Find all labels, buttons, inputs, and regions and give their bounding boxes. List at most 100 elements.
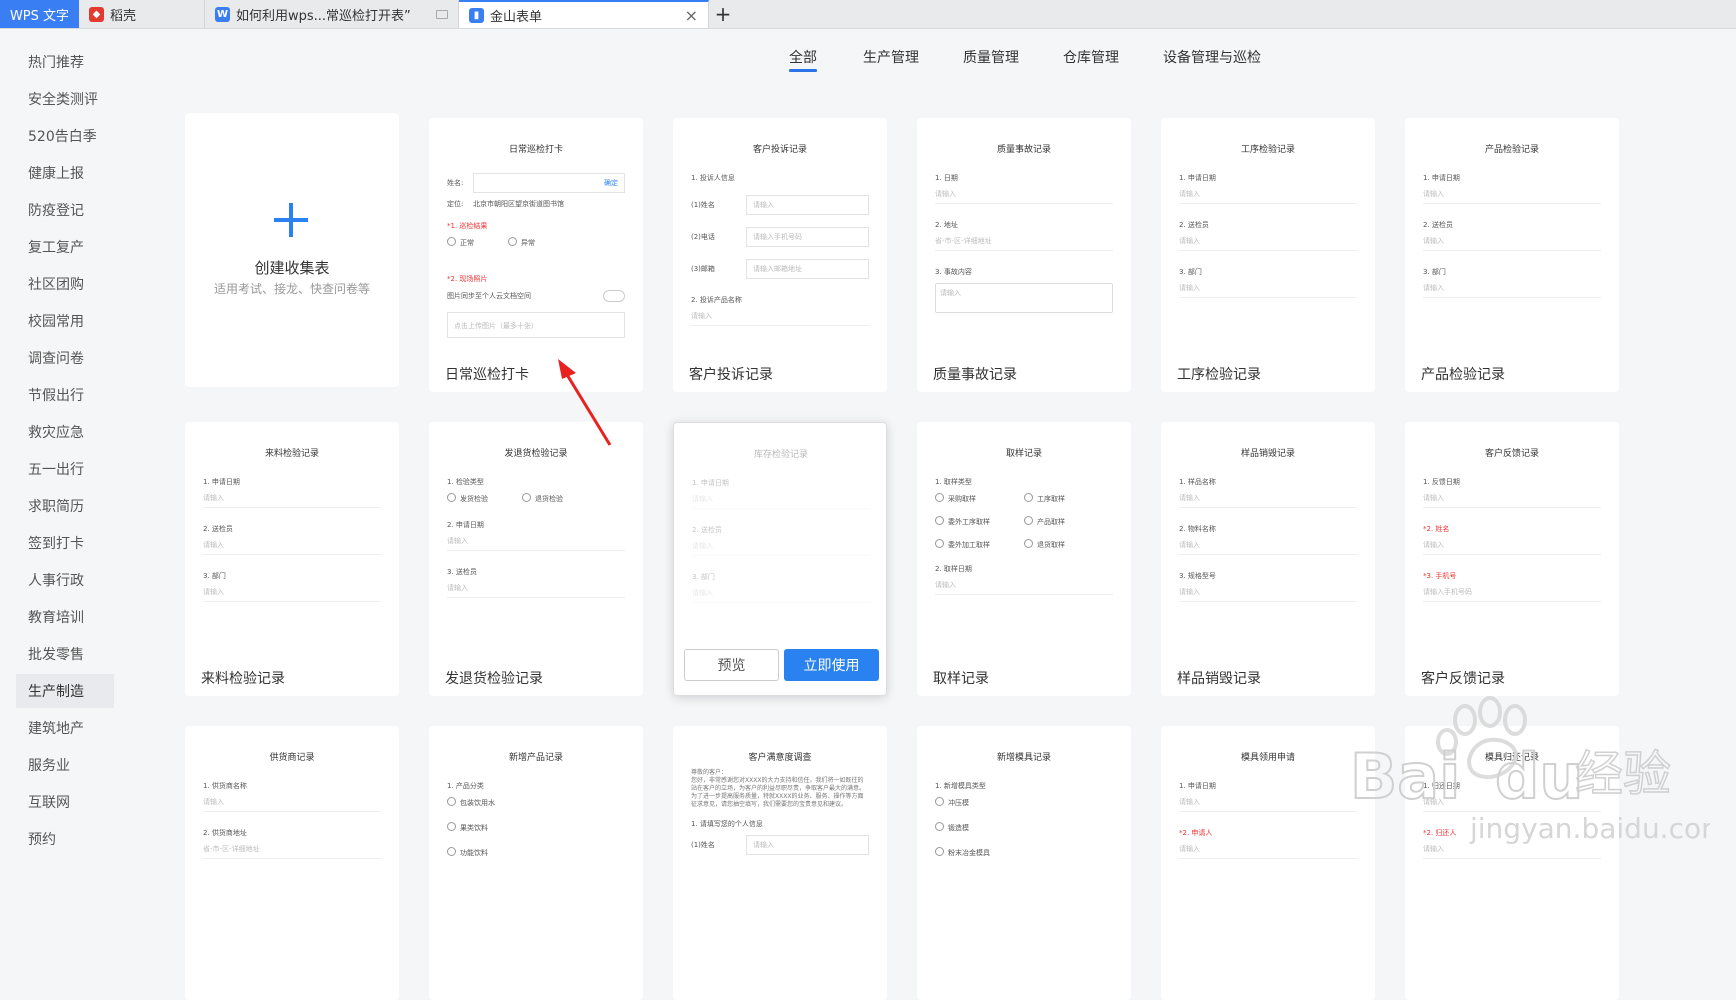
- template-card[interactable]: 质量事故记录 1. 日期 请输入 2. 地址 省-市-区-详细地址 3. 事故内容请…: [917, 118, 1131, 392]
- tab-document[interactable]: W 如何利用wps...常巡检打开表”: [205, 0, 459, 28]
- preview-title: 取样记录: [1005, 449, 1042, 459]
- sidebar-item-hot[interactable]: 热门推荐: [16, 45, 114, 79]
- tab-forms[interactable]: ▮ 金山表单 ×: [459, 0, 709, 28]
- sidebar-item-retail[interactable]: 批发零售: [16, 637, 114, 671]
- sidebar-item-construction[interactable]: 建筑地产: [16, 711, 114, 745]
- preview-option: 工序取样: [1024, 493, 1113, 504]
- sidebar-item-campus[interactable]: 校园常用: [16, 304, 114, 338]
- tab-all[interactable]: 全部: [789, 47, 817, 72]
- preview-input: 请输入: [692, 588, 870, 603]
- tab-label: 全部: [789, 50, 817, 66]
- preview-input: 省-市-区-详细地址: [935, 236, 1113, 251]
- sidebar-item-520[interactable]: 520告白季: [16, 119, 114, 153]
- template-preview: 新增产品记录 1. 产品分类 包装饮用水 果类饮料 功能饮料: [429, 726, 643, 966]
- sidebar-item-disaster[interactable]: 救灾应急: [16, 415, 114, 449]
- sidebar-item-manufacturing[interactable]: 生产制造: [16, 674, 114, 708]
- preview-option: 委外加工取样: [935, 539, 1024, 550]
- app-label: WPS 文字: [9, 8, 70, 24]
- template-preview: 发退货检验记录 1. 检验类型 发货检验 退货检验 2. 申请日期 请输入 3. 送…: [429, 422, 643, 662]
- template-title: 产品检验记录: [1421, 367, 1505, 383]
- close-icon[interactable]: ×: [685, 6, 698, 25]
- template-card[interactable]: 产品检验记录 1. 申请日期 请输入 2. 送检员 请输入 3. 部门 请输入 产品检…: [1405, 118, 1619, 392]
- template-preview: 质量事故记录 1. 日期 请输入 2. 地址 省-市-区-详细地址 3. 事故内容请…: [917, 118, 1131, 358]
- preview-paragraph: 为了进一步提高服务质量，特就XXXX的业务、服务、操作等方面征求意见，请您抽空填…: [691, 793, 864, 808]
- app-menu-button[interactable]: WPS 文字: [0, 0, 79, 28]
- sidebar-item-safety[interactable]: 安全类测评: [16, 82, 114, 116]
- preview-input: 请输入手机号码: [746, 227, 869, 247]
- preview-option: 发货检验: [447, 493, 488, 504]
- tab-quality[interactable]: 质量管理: [963, 47, 1019, 67]
- tab-label: 金山表单: [490, 9, 543, 25]
- preview-input: 请输入: [1179, 587, 1357, 602]
- template-card-hovered[interactable]: 库存检验记录 1. 申请日期 请输入 2. 送检员 请输入 3. 部门 请输入 预览 …: [673, 422, 887, 696]
- preview-label: *2. 归还人: [1423, 829, 1457, 837]
- sidebar-item-hr[interactable]: 人事行政: [16, 563, 114, 597]
- preview-button[interactable]: 预览: [684, 649, 779, 681]
- preview-label: 1. 产品分类: [447, 782, 484, 790]
- preview-paragraph: 尊敬的客户：: [691, 769, 728, 776]
- preview-option: 冲压模: [935, 799, 969, 807]
- sidebar-item-may-day[interactable]: 五一出行: [16, 452, 114, 486]
- sidebar-item-service[interactable]: 服务业: [16, 748, 114, 782]
- preview-option: 退货检验: [522, 493, 563, 504]
- sidebar-item-survey[interactable]: 调查问卷: [16, 341, 114, 375]
- tab-daoke[interactable]: ◆ 稻壳: [79, 0, 205, 28]
- sidebar-item-resume-work[interactable]: 复工复产: [16, 230, 114, 264]
- template-preview: 工序检验记录 1. 申请日期 请输入 2. 送检员 请输入 3. 部门 请输入: [1161, 118, 1375, 358]
- template-card[interactable]: 取样记录 1. 取样类型 采购取样 工序取样 委外工序取样 产品取样 委外加工取…: [917, 422, 1131, 696]
- preview-input: 请输入: [1179, 189, 1357, 204]
- preview-paragraph: 您好，非常感谢您对XXXX的大力支持和信任，我们将一如既往的站在客户的立场，为客…: [691, 777, 866, 792]
- sidebar-item-group-buy[interactable]: 社区团购: [16, 267, 114, 301]
- template-card[interactable]: 新增产品记录 1. 产品分类 包装饮用水 果类饮料 功能饮料: [429, 726, 643, 1000]
- preview-title: 样品销毁记录: [1240, 449, 1295, 459]
- template-title: 客户反馈记录: [1421, 671, 1505, 687]
- preview-label: *2. 姓名: [1423, 525, 1450, 533]
- template-card[interactable]: 供货商记录 1. 供货商名称 请输入 2. 供货商地址 省-市-区-详细地址: [185, 726, 399, 1000]
- template-card[interactable]: 工序检验记录 1. 申请日期 请输入 2. 送检员 请输入 3. 部门 请输入 工序检…: [1161, 118, 1375, 392]
- template-card[interactable]: 样品销毁记录 1. 样品名称 请输入 2. 物料名称 请输入 3. 规格型号 请输入 …: [1161, 422, 1375, 696]
- template-card[interactable]: 新增模具记录 1. 新增模具类型 冲压模 锻造模 粉末冶金模具: [917, 726, 1131, 1000]
- sidebar-item-education[interactable]: 教育培训: [16, 600, 114, 634]
- preview-label: *2. 申请人: [1179, 829, 1213, 837]
- sidebar-item-checkin[interactable]: 签到打卡: [16, 526, 114, 560]
- template-card[interactable]: 客户反馈记录 1. 反馈日期 请输入 *2. 姓名 请输入 *3. 手机号 请输入手机…: [1405, 422, 1619, 696]
- preview-title: 客户满意度调查: [748, 753, 812, 763]
- preview-input: 请输入: [1423, 493, 1601, 508]
- preview-label: 2. 地址: [935, 221, 958, 229]
- sidebar-item-job[interactable]: 求职简历: [16, 489, 114, 523]
- preview-label: 1. 请填写您的个人信息: [691, 820, 763, 828]
- tab-bar: WPS 文字 ◆ 稻壳 W 如何利用wps...常巡检打开表” ▮ 金山表单 ×…: [0, 0, 1736, 29]
- preview-input: 请输入: [1423, 797, 1601, 812]
- new-tab-button[interactable]: +: [709, 0, 737, 28]
- template-preview: 库存检验记录 1. 申请日期 请输入 2. 送检员 请输入 3. 部门 请输入: [674, 423, 886, 663]
- sidebar: 热门推荐 安全类测评 520告白季 健康上报 防疫登记 复工复产 社区团购 校园…: [0, 29, 130, 881]
- template-card[interactable]: 客户投诉记录 1. 投诉人信息 (1)姓名 请输入 (2)电话 请输入手机号码 (3…: [673, 118, 887, 392]
- sidebar-item-health[interactable]: 健康上报: [16, 156, 114, 190]
- preview-label: 3. 规格型号: [1179, 572, 1216, 580]
- toggle-icon: [603, 290, 625, 302]
- template-card[interactable]: 模具领用申请 1. 申请日期 请输入 *2. 申请人 请输入: [1161, 726, 1375, 1000]
- sidebar-item-internet[interactable]: 互联网: [16, 785, 114, 819]
- template-title: 日常巡检打卡: [445, 367, 529, 383]
- template-card[interactable]: 发退货检验记录 1. 检验类型 发货检验 退货检验 2. 申请日期 请输入 3. 送…: [429, 422, 643, 696]
- sidebar-item-booking[interactable]: 预约: [16, 822, 114, 856]
- preview-input: 请输入: [1423, 844, 1601, 859]
- sidebar-item-epidemic[interactable]: 防疫登记: [16, 193, 114, 227]
- preview-label: 1. 申请日期: [1179, 782, 1216, 790]
- tab-equipment[interactable]: 设备管理与巡检: [1163, 47, 1261, 67]
- template-card[interactable]: 客户满意度调查 尊敬的客户： 您好，非常感谢您对XXXX的大力支持和信任，我们将…: [673, 726, 887, 1000]
- use-now-button[interactable]: 立即使用: [784, 649, 879, 681]
- preview-title: 模具归还记录: [1484, 753, 1539, 763]
- preview-title: 供货商记录: [269, 753, 315, 763]
- tab-label: 如何利用wps...常巡检打开表”: [236, 8, 411, 24]
- create-form-card[interactable]: 创建收集表 适用考试、接龙、快查问卷等: [185, 113, 399, 387]
- tab-production[interactable]: 生产管理: [863, 47, 919, 67]
- preview-label: 2. 送检员: [1423, 221, 1453, 229]
- tab-warehouse[interactable]: 仓库管理: [1063, 47, 1119, 67]
- template-card[interactable]: 日常巡检打卡 姓名: 确定 定位: 北京市朝阳区望京街道图书馆 *1. 巡检结果…: [429, 118, 643, 392]
- preview-option: 锻造模: [935, 824, 969, 832]
- preview-input: 请输入: [1179, 797, 1357, 812]
- template-card[interactable]: 来料检验记录 1. 申请日期 请输入 2. 送检员 请输入 3. 部门 请输入 来料检…: [185, 422, 399, 696]
- template-card[interactable]: 模具归还记录 1. 归还日期 请输入 *2. 归还人 请输入: [1405, 726, 1619, 1000]
- sidebar-item-holiday[interactable]: 节假出行: [16, 378, 114, 412]
